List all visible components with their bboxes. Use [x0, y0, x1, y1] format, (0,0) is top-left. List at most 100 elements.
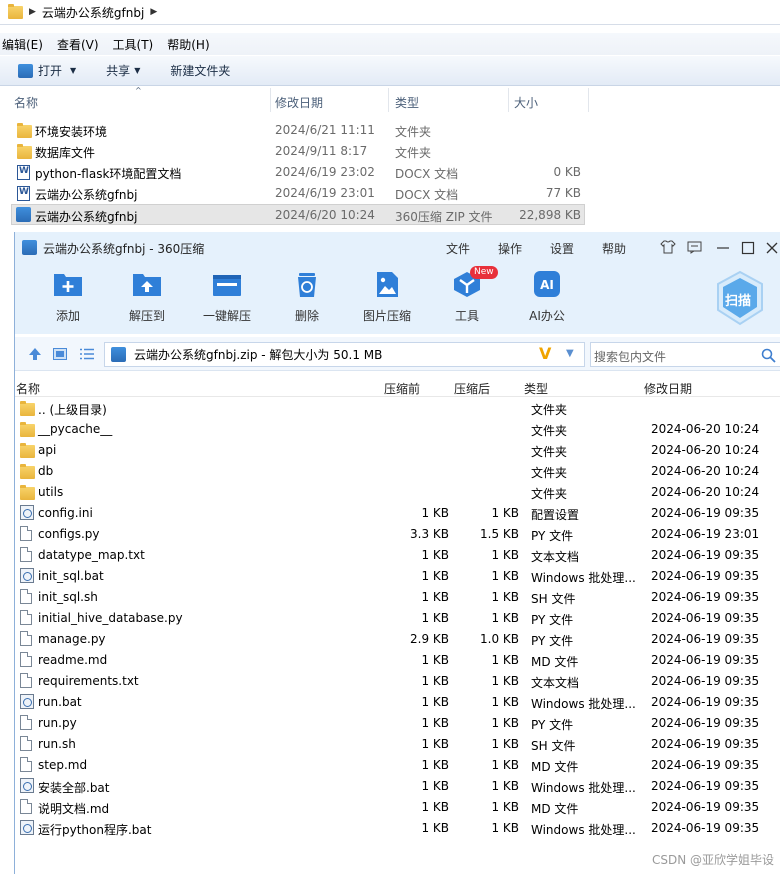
explorer-row[interactable]: 数据库文件 2024/9/11 8:17 文件夹: [11, 141, 585, 162]
original-size: 1 KB: [421, 800, 449, 814]
list-item[interactable]: step.md 1 KB 1 KB MD 文件 2024-06-19 09:35: [15, 755, 780, 776]
search-icon[interactable]: [761, 348, 776, 363]
new-folder-button[interactable]: 新建文件夹: [170, 62, 230, 79]
extract-to-button[interactable]: 解压到: [114, 270, 180, 324]
list-item[interactable]: datatype_map.txt 1 KB 1 KB 文本文档 2024-06-19 0…: [15, 545, 780, 566]
list-item[interactable]: initial_hive_database.py 1 KB 1 KB PY 文件 202…: [15, 608, 780, 629]
file-icon: [20, 799, 32, 814]
list-item[interactable]: db 文件夹 2024-06-20 10:24: [15, 461, 780, 482]
column-date[interactable]: 修改日期: [275, 94, 323, 111]
list-item[interactable]: run.py 1 KB 1 KB PY 文件 2024-06-19 09:35: [15, 713, 780, 734]
settings-file-icon: [20, 694, 34, 709]
explorer-address-bar[interactable]: ▶ 云端办公系统gfnbj ▶: [0, 0, 780, 25]
image-compress-button[interactable]: 图片压缩: [354, 270, 420, 324]
menu-tools[interactable]: 工具(T): [105, 36, 162, 53]
list-item[interactable]: 安装全部.bat 1 KB 1 KB Windows 批处理... 2024-06-19…: [15, 776, 780, 797]
compressed-size: 1 KB: [491, 758, 519, 772]
list-item[interactable]: .. (上级目录) 文件夹: [15, 398, 780, 419]
feedback-icon[interactable]: [687, 241, 702, 254]
ai-office-icon: AI: [534, 271, 560, 297]
list-item[interactable]: configs.py 3.3 KB 1.5 KB PY 文件 2024-06-19 23…: [15, 524, 780, 545]
list-item[interactable]: api 文件夹 2024-06-20 10:24: [15, 440, 780, 461]
file-type: 文件夹: [531, 445, 568, 459]
ai-office-button[interactable]: AI AI办公: [514, 270, 580, 324]
menu-help[interactable]: 帮助: [602, 240, 626, 257]
file-type: 文本文档: [531, 550, 580, 564]
chevron-down-icon[interactable]: ▼: [566, 348, 574, 359]
up-arrow-icon[interactable]: [28, 347, 42, 361]
explorer-menubar: 编辑(E) 查看(V) 工具(T) 帮助(H): [0, 33, 780, 55]
delete-button[interactable]: 删除: [274, 270, 340, 324]
column-type[interactable]: 类型: [524, 380, 548, 397]
zip-window: 云端办公系统gfnbj - 360压缩 文件 操作 设置 帮助 添加 解压到 一…: [14, 232, 780, 874]
modified-date: 2024-06-19 09:35: [651, 611, 760, 625]
chevron-right-icon[interactable]: ▶: [29, 7, 36, 17]
list-item[interactable]: requirements.txt 1 KB 1 KB 文本文档 2024-06-19 0…: [15, 671, 780, 692]
file-name: readme.md: [38, 653, 108, 667]
file-type: Windows 批处理...: [531, 571, 636, 585]
column-size[interactable]: 大小: [514, 94, 538, 111]
file-type: 文件夹: [531, 403, 568, 417]
open-button[interactable]: 打开 ▼: [18, 62, 76, 79]
thumbnail-view-icon[interactable]: [53, 348, 67, 360]
menu-edit[interactable]: 编辑(E): [0, 36, 51, 53]
list-item[interactable]: run.sh 1 KB 1 KB SH 文件 2024-06-19 09:35: [15, 734, 780, 755]
v-logo-icon[interactable]: V: [539, 344, 551, 363]
column-date[interactable]: 修改日期: [644, 380, 692, 397]
original-size: 1 KB: [421, 653, 449, 667]
menu-operate[interactable]: 操作: [498, 240, 522, 257]
explorer-row[interactable]: 云端办公系统gfnbj 2024/6/19 23:01 DOCX 文档 77 K…: [11, 183, 585, 204]
maximize-icon[interactable]: [741, 241, 755, 255]
file-type: SH 文件: [531, 592, 576, 606]
settings-file-icon: [20, 778, 34, 793]
search-input[interactable]: 搜索包内文件: [590, 342, 780, 367]
menu-view[interactable]: 查看(V): [49, 36, 107, 53]
skin-shirt-icon[interactable]: [660, 240, 676, 254]
menu-settings[interactable]: 设置: [550, 240, 574, 257]
compressed-size: 1 KB: [491, 779, 519, 793]
chevron-right-icon[interactable]: ▶: [150, 7, 157, 17]
list-item[interactable]: readme.md 1 KB 1 KB MD 文件 2024-06-19 09:35: [15, 650, 780, 671]
share-button[interactable]: 共享 ▼: [106, 62, 140, 79]
path-field[interactable]: 云端办公系统gfnbj.zip - 解包大小为 50.1 MB V ▼: [104, 342, 585, 367]
file-icon: [20, 715, 32, 730]
modified-date: 2024-06-19 09:35: [651, 758, 760, 772]
list-item[interactable]: utils 文件夹 2024-06-20 10:24: [15, 482, 780, 503]
column-type[interactable]: 类型: [395, 94, 419, 111]
menu-help[interactable]: 帮助(H): [159, 36, 217, 53]
menu-file[interactable]: 文件: [446, 240, 470, 257]
image-compress-label: 图片压缩: [362, 309, 411, 323]
tools-button[interactable]: New 工具: [434, 266, 500, 324]
list-item[interactable]: config.ini 1 KB 1 KB 配置设置 2024-06-19 09:35: [15, 503, 780, 524]
original-size: 1 KB: [421, 779, 449, 793]
close-icon[interactable]: [765, 241, 779, 255]
breadcrumb[interactable]: 云端办公系统gfnbj: [42, 4, 144, 21]
column-name[interactable]: 名称: [16, 380, 40, 397]
list-item[interactable]: run.bat 1 KB 1 KB Windows 批处理... 2024-06-19 …: [15, 692, 780, 713]
column-compressed-size[interactable]: 压缩后: [454, 380, 490, 397]
list-view-icon[interactable]: [80, 348, 94, 360]
minimize-icon[interactable]: [716, 241, 730, 255]
explorer-row[interactable]: 环境安装环境 2024/6/21 11:11 文件夹: [11, 120, 585, 141]
list-item[interactable]: init_sql.sh 1 KB 1 KB SH 文件 2024-06-19 09:35: [15, 587, 780, 608]
column-original-size[interactable]: 压缩前: [384, 380, 420, 397]
list-item[interactable]: 运行python程序.bat 1 KB 1 KB Windows 批处理... 2024…: [15, 818, 780, 839]
row-name: 环境安装环境: [35, 125, 108, 139]
image-compress-icon: [377, 272, 398, 297]
explorer-row-selected[interactable]: 云端办公系统gfnbj 2024/6/20 10:24 360压缩 ZIP 文件…: [11, 204, 585, 225]
zip-toolbar: 添加 解压到 一键解压 删除 图片压缩 New 工具 AI AI办公 扫描: [15, 262, 780, 334]
list-item[interactable]: manage.py 2.9 KB 1.0 KB PY 文件 2024-06-19 09:…: [15, 629, 780, 650]
zip-column-header: 名称 压缩前 压缩后 类型 修改日期: [15, 375, 780, 397]
list-item[interactable]: init_sql.bat 1 KB 1 KB Windows 批处理... 2024-0…: [15, 566, 780, 587]
list-item[interactable]: 说明文档.md 1 KB 1 KB MD 文件 2024-06-19 09:35: [15, 797, 780, 818]
list-item[interactable]: __pycache__ 文件夹 2024-06-20 10:24: [15, 419, 780, 440]
modified-date: 2024-06-19 09:35: [651, 590, 760, 604]
scan-button[interactable]: 扫描: [714, 270, 766, 326]
explorer-row[interactable]: python-flask环境配置文档 2024/6/19 23:02 DOCX …: [11, 162, 585, 183]
one-click-extract-button[interactable]: 一键解压: [194, 270, 260, 324]
column-name[interactable]: 名称: [14, 94, 38, 111]
add-button[interactable]: 添加: [35, 270, 101, 324]
word-doc-icon: [17, 165, 30, 180]
row-type: DOCX 文档: [395, 167, 459, 181]
delete-icon: [298, 273, 316, 297]
